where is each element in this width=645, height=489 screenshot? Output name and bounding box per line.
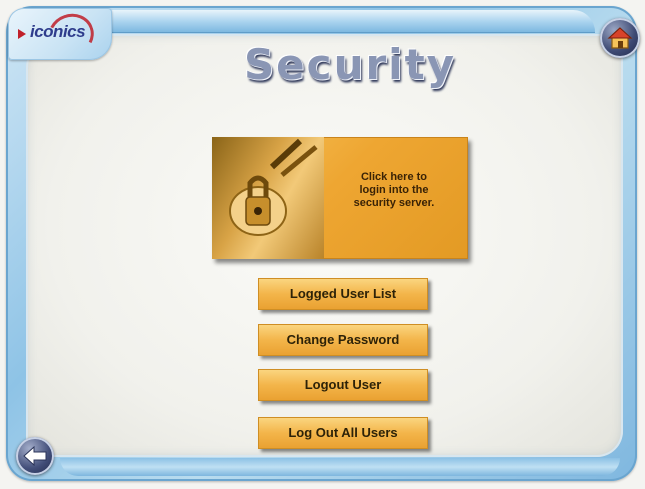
logo-arrow-icon bbox=[18, 29, 26, 39]
back-button[interactable] bbox=[16, 437, 54, 475]
log-out-all-users-button[interactable]: Log Out All Users bbox=[258, 417, 428, 449]
logo-text: iconics bbox=[30, 22, 86, 41]
security-screen: iconics Security Click here to login int… bbox=[0, 0, 645, 489]
home-button[interactable] bbox=[600, 18, 640, 58]
logged-user-list-button[interactable]: Logged User List bbox=[258, 278, 428, 310]
home-icon bbox=[607, 27, 633, 49]
top-swoosh-bar bbox=[90, 10, 595, 32]
login-instruction-text: Click here to login into the security se… bbox=[353, 171, 435, 209]
change-password-button[interactable]: Change Password bbox=[258, 324, 428, 356]
back-arrow-icon bbox=[23, 445, 47, 467]
logout-user-button[interactable]: Logout User bbox=[258, 369, 428, 401]
iconics-logo: iconics bbox=[8, 7, 112, 63]
login-security-server-button[interactable]: Click here to login into the security se… bbox=[212, 137, 468, 259]
bottom-swoosh-bar bbox=[60, 458, 620, 476]
page-title: Security bbox=[243, 40, 457, 89]
lock-key-icon bbox=[212, 137, 324, 259]
